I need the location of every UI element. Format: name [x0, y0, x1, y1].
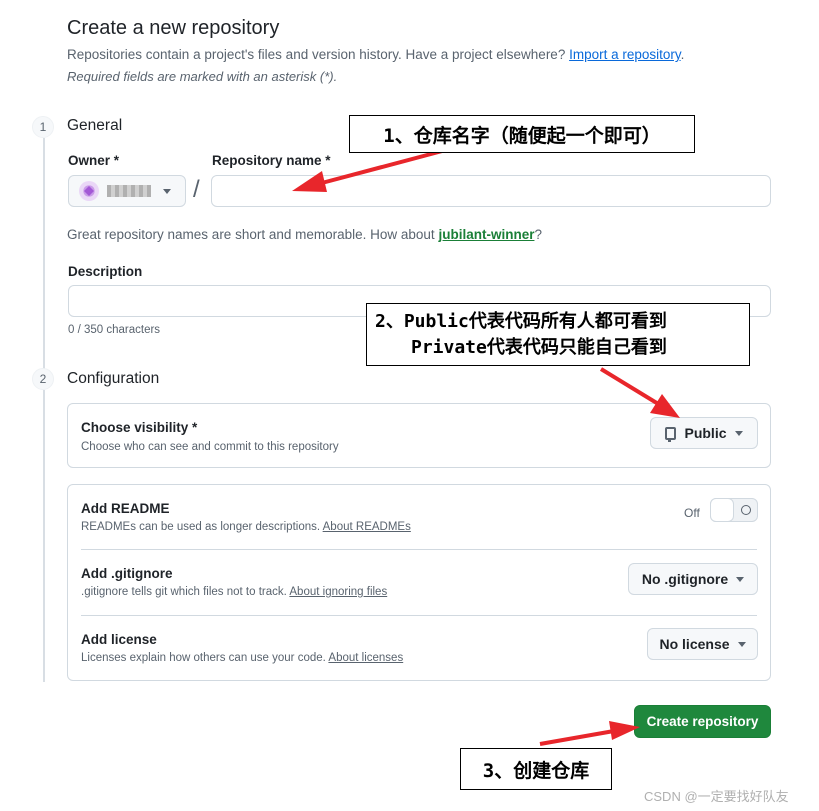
about-readmes-link[interactable]: About READMEs	[323, 521, 411, 533]
toggle-knob	[710, 498, 734, 522]
char-counter: 0 / 350 characters	[68, 324, 161, 336]
intro-description: Repositories contain a project's files a…	[67, 47, 566, 62]
divider	[81, 549, 757, 550]
gitignore-value: No .gitignore	[641, 571, 729, 587]
section-title-general: General	[67, 117, 123, 134]
owner-label: Owner *	[68, 153, 120, 168]
visibility-value: Public	[684, 425, 727, 441]
intro-period: .	[680, 47, 685, 62]
avatar	[79, 181, 99, 201]
page-title: Create a new repository	[67, 17, 280, 39]
chevron-down-icon	[734, 430, 743, 436]
toggle-off-icon	[741, 505, 751, 515]
section-title-configuration: Configuration	[67, 370, 160, 387]
repo-name-label: Repository name *	[212, 153, 331, 168]
gitignore-description: .gitignore tells git which files not to …	[81, 586, 387, 598]
step-rail-configuration	[43, 390, 45, 682]
license-value: No license	[659, 636, 730, 652]
license-select[interactable]: No license	[647, 628, 758, 660]
annotation-note-1: 1、仓库名字（随便起一个即可）	[349, 115, 695, 153]
chevron-down-icon	[737, 641, 746, 647]
step-rail-general	[43, 138, 45, 370]
visibility-select[interactable]: Public	[650, 417, 758, 449]
watermark: CSDN @一定要找好队友	[644, 789, 789, 804]
required-note: Required fields are marked with an aster…	[67, 69, 338, 84]
visibility-description: Choose who can see and commit to this re…	[81, 441, 339, 453]
repo-icon	[665, 426, 677, 442]
create-repository-button[interactable]: Create repository	[634, 705, 771, 738]
readme-toggle-state: Off	[684, 506, 700, 520]
chevron-down-icon	[163, 188, 171, 194]
step-number-general: 1	[32, 116, 54, 138]
annotation-note-2-line-2: Private代表代码只能自己看到	[411, 336, 667, 358]
divider	[81, 615, 757, 616]
options-box: Add README READMEs can be used as longer…	[67, 484, 771, 681]
owner-repo-separator: /	[193, 176, 200, 203]
gitignore-desc-text: .gitignore tells git which files not to …	[81, 586, 287, 598]
description-label: Description	[68, 264, 143, 279]
readme-title: Add README	[81, 501, 170, 516]
gitignore-title: Add .gitignore	[81, 566, 173, 581]
owner-name-redacted	[107, 185, 151, 197]
chevron-down-icon	[736, 576, 745, 582]
step-number-configuration: 2	[32, 368, 54, 390]
repo-name-hint: Great repository names are short and mem…	[67, 227, 542, 242]
annotation-note-2: 2、Public代表代码所有人都可看到 Private代表代码只能自己看到	[366, 303, 750, 366]
owner-select[interactable]	[68, 175, 186, 207]
license-desc-text: Licenses explain how others can use your…	[81, 652, 326, 664]
about-licenses-link[interactable]: About licenses	[328, 652, 403, 664]
visibility-title: Choose visibility *	[81, 420, 198, 435]
repo-name-input[interactable]	[211, 175, 771, 207]
hint-suffix: ?	[534, 227, 542, 242]
license-description: Licenses explain how others can use your…	[81, 652, 403, 664]
gitignore-select[interactable]: No .gitignore	[628, 563, 758, 595]
arrow-to-visibility	[599, 367, 662, 407]
name-suggestion-link[interactable]: jubilant-winner	[438, 227, 534, 242]
about-ignoring-files-link[interactable]: About ignoring files	[289, 586, 387, 598]
readme-description: READMEs can be used as longer descriptio…	[81, 521, 411, 533]
annotation-note-3: 3、创建仓库	[460, 748, 612, 790]
license-title: Add license	[81, 632, 157, 647]
annotation-note-2-line-1: 2、Public代表代码所有人都可看到	[375, 310, 667, 332]
hint-text: Great repository names are short and mem…	[67, 227, 435, 242]
import-repository-link[interactable]: Import a repository	[569, 47, 681, 62]
readme-toggle[interactable]	[710, 498, 758, 522]
visibility-box: Choose visibility * Choose who can see a…	[67, 403, 771, 468]
readme-desc-text: READMEs can be used as longer descriptio…	[81, 521, 321, 533]
intro-text: Repositories contain a project's files a…	[67, 47, 684, 62]
arrow-to-create	[539, 729, 615, 746]
